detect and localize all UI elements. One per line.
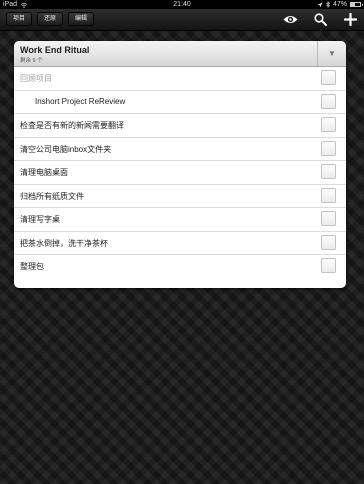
task-label: 整理包 xyxy=(20,262,44,271)
task-checkbox[interactable] xyxy=(321,70,336,85)
task-checkbox[interactable] xyxy=(321,93,336,109)
task-label: 清空公司电脑inbox文件夹 xyxy=(20,144,112,154)
task-row[interactable]: 归档所有纸质文件 xyxy=(14,185,346,208)
collapse-toggle-icon[interactable]: ▼ xyxy=(317,41,346,66)
panel-header[interactable]: Work End Ritual 剩余 9 个 ▼ xyxy=(14,41,346,67)
restore-button[interactable]: 还原 xyxy=(37,12,64,26)
task-label: 归档所有纸质文件 xyxy=(20,191,84,201)
task-label: 清理电脑桌面 xyxy=(20,168,68,177)
task-label: 回顾项目 xyxy=(20,74,52,83)
status-right: 47% xyxy=(317,0,363,9)
status-time: 21:40 xyxy=(173,1,191,8)
task-label: Inshort Project ReReview xyxy=(35,96,126,106)
toolbar-buttons: 项目 还原 编辑 xyxy=(6,12,95,26)
projects-button[interactable]: 项目 xyxy=(6,12,33,26)
task-label: 检查是否有新的新闻需要翻译 xyxy=(20,121,124,130)
task-checkbox[interactable] xyxy=(321,117,336,132)
task-checkbox[interactable] xyxy=(321,164,336,179)
task-row[interactable]: 把茶水倒掉，洗干净茶杯 xyxy=(14,232,346,255)
task-label: 把茶水倒掉，洗干净茶杯 xyxy=(20,238,108,248)
task-checkbox[interactable] xyxy=(321,258,336,273)
task-row[interactable]: 清空公司电脑inbox文件夹 xyxy=(14,138,346,161)
task-row[interactable]: 回顾项目 xyxy=(14,67,346,91)
search-icon[interactable] xyxy=(312,11,328,27)
task-checkbox[interactable] xyxy=(321,234,336,250)
battery-percent: 47% xyxy=(332,1,347,8)
task-list: 回顾项目 Inshort Project ReReview 检查是否有新的新闻需要翻… xyxy=(14,67,346,279)
battery-icon xyxy=(350,2,363,7)
task-checkbox[interactable] xyxy=(321,140,336,156)
toolbar: 项目 还原 编辑 xyxy=(0,9,364,31)
toolbar-icons xyxy=(282,11,358,27)
status-bar: iPad 21:40 47% xyxy=(0,0,364,9)
task-row[interactable]: 整理包 xyxy=(14,255,346,279)
task-row[interactable]: 检查是否有新的新闻需要翻译 xyxy=(14,114,346,138)
task-checkbox[interactable] xyxy=(321,187,336,203)
eye-icon[interactable] xyxy=(282,11,298,27)
project-panel: Work End Ritual 剩余 9 个 ▼ 回顾项目 Inshort Pro… xyxy=(14,41,346,288)
location-arrow-icon xyxy=(317,2,323,7)
task-row[interactable]: Inshort Project ReReview xyxy=(14,91,346,114)
bluetooth-icon xyxy=(326,1,330,8)
task-label: 清理写字桌 xyxy=(20,215,60,224)
task-checkbox[interactable] xyxy=(321,211,336,226)
task-row[interactable]: 清理电脑桌面 xyxy=(14,161,346,185)
remaining-count: 剩余 9 个 xyxy=(20,58,43,64)
project-title: Work End Ritual xyxy=(20,45,90,55)
plus-icon[interactable] xyxy=(342,11,358,27)
task-row[interactable]: 清理写字桌 xyxy=(14,208,346,232)
edit-button[interactable]: 编辑 xyxy=(68,12,95,26)
